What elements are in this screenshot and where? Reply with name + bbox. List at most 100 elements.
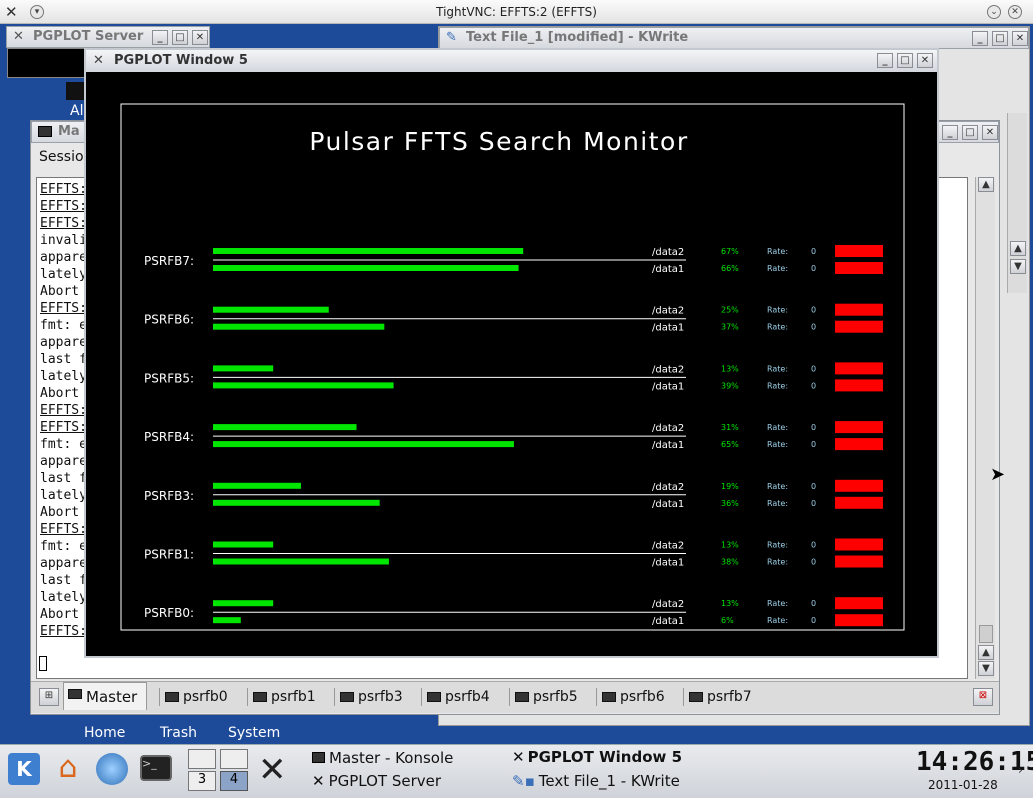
minimize-button[interactable]: _ <box>972 31 988 46</box>
close-button[interactable]: ✕ <box>192 30 208 45</box>
pager-desktop-3[interactable]: 3 <box>188 771 216 791</box>
pager-desktop-4[interactable]: 4 <box>220 771 248 791</box>
terminal-tab-icon <box>253 692 267 702</box>
terminal-line: EFFTS: <box>40 301 87 316</box>
x-icon: ✕ <box>13 29 24 44</box>
desktop-icon-partial[interactable] <box>66 82 86 100</box>
konsole-menu-session[interactable]: Sessio <box>39 149 84 165</box>
rate-value: 0 <box>811 616 816 625</box>
close-button[interactable]: ✕ <box>1012 31 1028 46</box>
tab-master[interactable]: Master <box>63 682 147 710</box>
usage-bar <box>213 541 274 548</box>
chevron-right-icon[interactable]: › <box>1018 763 1023 777</box>
maximize-button[interactable]: □ <box>172 30 188 45</box>
tab-psrfb5[interactable]: psrfb5 <box>511 686 593 708</box>
terminal-line: EFFTS: <box>40 522 87 537</box>
terminal-icon[interactable]: >_ <box>140 755 172 781</box>
maximize-button[interactable]: □ <box>992 31 1008 46</box>
pgplot-window[interactable]: ✕ PGPLOT Window 5 _ □ ✕ Pulsar FFTS Sear… <box>84 48 939 658</box>
scroll-thumb[interactable] <box>979 625 993 643</box>
minimize-button[interactable]: _ <box>942 125 958 140</box>
disk-path: /data1 <box>652 558 684 569</box>
browser-icon[interactable] <box>96 753 128 785</box>
pgplot-server-title-bar[interactable]: ✕ PGPLOT Server _ □ ✕ <box>6 26 210 48</box>
tab-separator <box>247 688 248 706</box>
tab-label: psrfb0 <box>183 689 228 705</box>
scroll-up-button-2[interactable]: ▲ <box>978 645 994 660</box>
scroll-down-button[interactable]: ▼ <box>1010 259 1026 274</box>
status-indicator <box>835 379 883 392</box>
disk-path: /data1 <box>652 616 684 627</box>
maximize-button[interactable]: □ <box>962 125 978 140</box>
usage-bar <box>213 306 329 313</box>
vnc-title-bar[interactable]: ✕ ▾ TightVNC: EFFTS:2 (EFFTS) ⌄ ✕ <box>0 0 1033 24</box>
status-indicator <box>835 303 883 316</box>
pager-desktop-1[interactable] <box>188 749 216 769</box>
maximize-button[interactable]: □ <box>897 53 913 68</box>
pgplot-title-bar[interactable]: ✕ PGPLOT Window 5 _ □ ✕ <box>86 50 937 72</box>
usage-bar <box>213 482 301 489</box>
desktop-icon-home[interactable]: Home <box>84 725 125 741</box>
desktop-icon-system[interactable]: System <box>228 725 280 741</box>
usage-bar <box>213 617 241 624</box>
home-icon[interactable]: ⌂ <box>52 753 84 785</box>
close-button[interactable]: ✕ <box>982 125 998 140</box>
tab-psrfb3[interactable]: psrfb3 <box>336 686 418 708</box>
tab-separator <box>159 688 160 706</box>
host-label: PSRFB1: <box>144 548 194 562</box>
pgplot-window-title: PGPLOT Window 5 <box>114 53 248 68</box>
vnc-collapse-button[interactable]: ⌄ <box>987 5 1001 19</box>
rate-value: 0 <box>811 247 816 256</box>
usage-percent: 13% <box>721 541 739 550</box>
disk-path: /data2 <box>652 306 684 317</box>
usage-bar <box>213 499 380 506</box>
minimize-button[interactable]: _ <box>877 53 893 68</box>
scroll-up-button[interactable]: ▲ <box>1010 241 1026 256</box>
terminal-line: appare <box>40 335 87 350</box>
terminal-line: fmt: e <box>40 437 87 452</box>
vnc-close-button[interactable]: ✕ <box>1008 5 1022 19</box>
close-button[interactable]: ✕ <box>917 53 933 68</box>
usage-bar <box>213 248 524 254</box>
terminal-line: appare <box>40 556 87 571</box>
status-indicator <box>835 421 883 434</box>
desktop-pager[interactable]: 3 4 <box>188 749 250 793</box>
clock-time[interactable]: 14:26:15 <box>916 747 1033 777</box>
terminal-tab-icon <box>427 692 441 702</box>
scroll-up-button[interactable]: ▲ <box>978 177 994 192</box>
tab-psrfb7[interactable]: psrfb7 <box>685 686 767 708</box>
status-indicator <box>835 614 883 627</box>
rate-value: 0 <box>811 541 816 550</box>
konsole-scrollbar[interactable]: ▲ ▲ ▼ <box>975 177 995 679</box>
rate-value: 0 <box>811 364 816 373</box>
tab-label: psrfb1 <box>271 689 316 705</box>
pgplot-server-title: PGPLOT Server <box>33 29 144 44</box>
task-pgplot-window[interactable]: ✕ PGPLOT Window 5 <box>512 748 682 766</box>
new-tab-button[interactable]: ⊞ <box>39 688 59 706</box>
task-kwrite[interactable]: ✎▪ Text File_1 - KWrite <box>512 772 680 790</box>
task-master-konsole[interactable]: Master - Konsole <box>312 749 453 767</box>
tab-psrfb6[interactable]: psrfb6 <box>598 686 680 708</box>
kde-menu-icon[interactable]: K <box>8 753 40 785</box>
terminal-line: Abort <box>40 386 80 401</box>
scroll-down-button[interactable]: ▼ <box>978 661 994 676</box>
task-pgplot-server[interactable]: ✕ PGPLOT Server <box>312 772 441 790</box>
tab-label: psrfb6 <box>620 689 665 705</box>
terminal-line: lately <box>40 369 87 384</box>
x-icon: ✕ <box>312 772 325 790</box>
tab-psrfb1[interactable]: psrfb1 <box>249 686 331 708</box>
pager-desktop-2[interactable] <box>220 749 248 769</box>
kwrite-title-bar[interactable]: ✎ Text File_1 [modified] - KWrite _ □ ✕ <box>439 27 1029 49</box>
x-icon[interactable]: ✕ <box>258 751 287 789</box>
close-tab-button[interactable]: ⊠ <box>973 688 993 706</box>
terminal-tab-icon <box>340 692 354 702</box>
tab-psrfb4[interactable]: psrfb4 <box>423 686 505 708</box>
kwrite-scrollbar[interactable]: ▲ ▼ <box>1007 113 1027 293</box>
terminal-line: Abort <box>40 505 80 520</box>
konsole-tab-bar: ⊞ Master psrfb0 psrfb1 psrfb3 psrfb4 psrfb5 ps… <box>31 681 999 713</box>
tab-psrfb0[interactable]: psrfb0 <box>161 686 243 708</box>
minimize-button[interactable]: _ <box>152 30 168 45</box>
desktop-icon-trash[interactable]: Trash <box>160 725 197 741</box>
usage-bar <box>213 265 519 271</box>
rate-label: Rate: <box>767 616 788 625</box>
